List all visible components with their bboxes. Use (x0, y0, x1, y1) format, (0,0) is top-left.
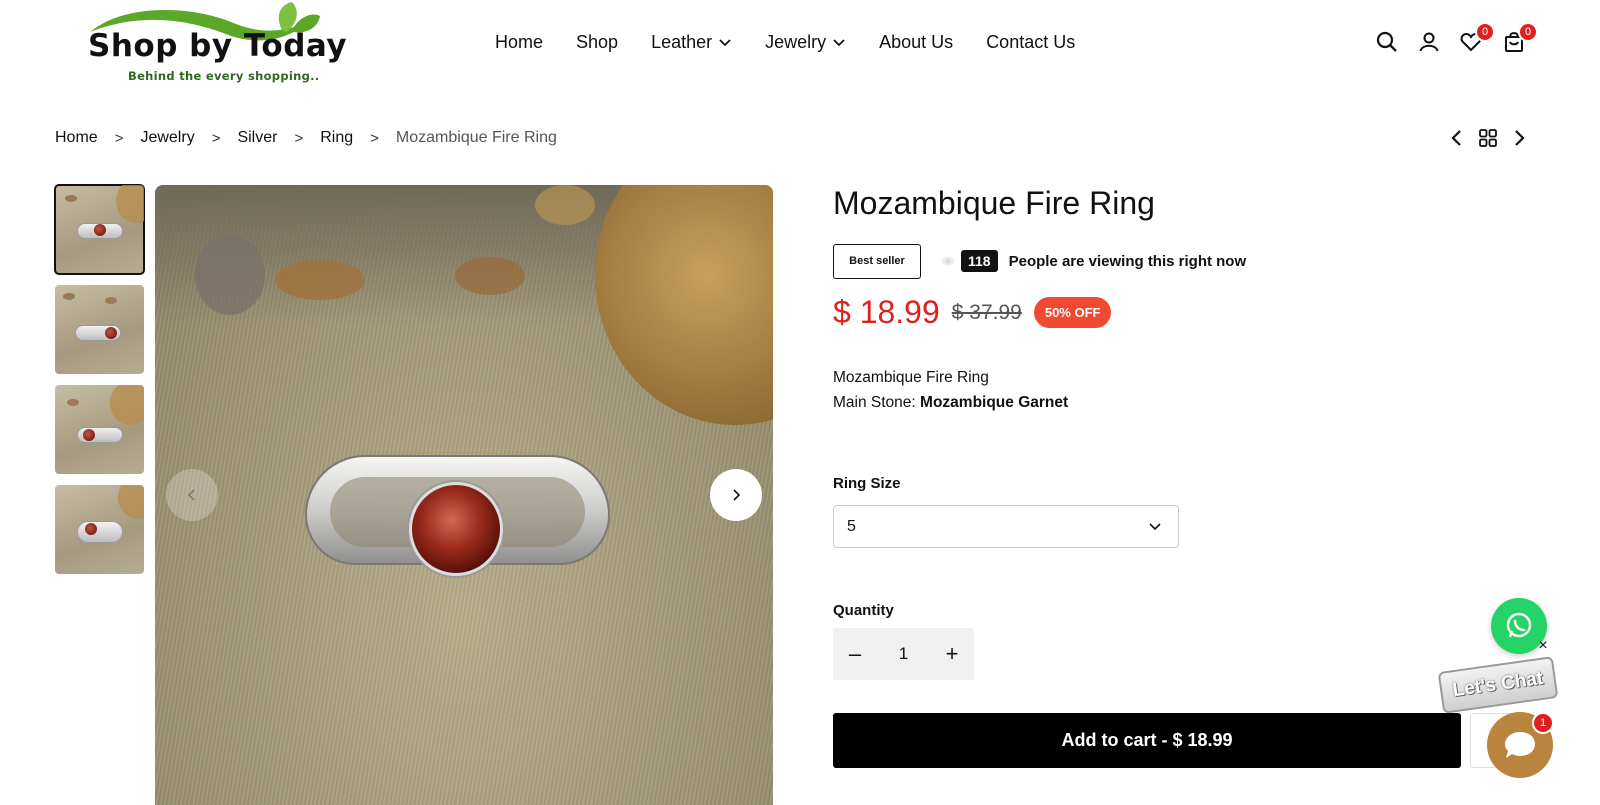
viewer-count-badge: 118 (961, 250, 998, 272)
breadcrumb-silver[interactable]: Silver (237, 129, 277, 147)
product-thumbnail[interactable] (55, 285, 144, 374)
breadcrumb-separator-icon: > (370, 129, 379, 147)
wishlist-heart-icon[interactable]: 0 (1457, 22, 1495, 56)
add-to-cart-button[interactable]: Add to cart - $ 18.99 (833, 713, 1461, 768)
product-thumbnail[interactable] (54, 184, 145, 275)
product-description: Mozambique Fire Ring Main Stone: Mozambi… (833, 365, 1068, 415)
cart-count-badge: 0 (1518, 22, 1538, 42)
lets-chat-banner[interactable]: Let's Chat (1437, 656, 1559, 714)
product-badges: Best seller 118 People are viewing this … (833, 243, 1246, 279)
main-stone-line: Main Stone: Mozambique Garnet (833, 390, 1068, 415)
chat-unread-badge: 1 (1532, 712, 1554, 734)
quantity-stepper: – 1 + (833, 628, 974, 680)
chat-bubble-icon (1505, 732, 1535, 758)
search-icon[interactable] (1373, 28, 1401, 56)
user-icon[interactable] (1415, 28, 1443, 56)
viewer-text: People are viewing this right now (1008, 252, 1247, 270)
product-thumbnail[interactable] (55, 385, 144, 474)
main-stone-label: Main Stone: (833, 394, 916, 411)
chevron-down-icon (719, 39, 731, 47)
slider-next-button[interactable] (710, 469, 762, 521)
price-row: $ 18.99 $ 37.99 50% OFF (833, 294, 1112, 331)
nav-jewelry-label: Jewelry (765, 31, 827, 52)
sale-price: $ 18.99 (833, 294, 940, 330)
chevron-down-icon (833, 39, 845, 47)
discount-badge: 50% OFF (1033, 297, 1112, 328)
ring-size-label: Ring Size (833, 475, 901, 492)
ring-size-value: 5 (847, 517, 856, 535)
logo-tagline: Behind the every shopping.. (128, 69, 320, 83)
main-nav: Home Shop Leather Jewelry About Us Conta… (495, 28, 1075, 56)
logo-text: Shop by Today (88, 28, 348, 64)
main-stone-value: Mozambique Garnet (920, 394, 1069, 411)
breadcrumb-current: Mozambique Fire Ring (395, 129, 557, 146)
nav-shop-label: Shop (576, 31, 619, 52)
compare-price: $ 37.99 (951, 300, 1022, 324)
thumbnail-list (54, 184, 145, 585)
nav-about-us[interactable]: About Us (879, 28, 953, 56)
product-pager (1445, 126, 1535, 150)
breadcrumb-ring[interactable]: Ring (320, 129, 353, 147)
slider-prev-button[interactable] (166, 469, 218, 521)
breadcrumb-separator-icon: > (294, 129, 304, 147)
whatsapp-icon (1506, 612, 1532, 638)
wishlist-count-badge: 0 (1475, 22, 1495, 42)
breadcrumb-separator-icon: > (211, 129, 221, 147)
increase-quantity-button[interactable]: + (930, 628, 974, 680)
cart-bag-icon[interactable]: 0 (1500, 22, 1538, 56)
decrease-quantity-button[interactable]: – (833, 628, 877, 680)
product-title: Mozambique Fire Ring (833, 185, 1155, 221)
nav-shop[interactable]: Shop (576, 28, 618, 56)
next-product-icon[interactable] (1507, 126, 1531, 150)
breadcrumb-jewelry[interactable]: Jewelry (140, 129, 194, 147)
nav-contact-us[interactable]: Contact Us (986, 28, 1075, 56)
description-line: Mozambique Fire Ring (833, 369, 989, 386)
product-thumbnail[interactable] (55, 485, 144, 574)
nav-leather-label: Leather (651, 31, 713, 52)
quantity-input[interactable]: 1 (877, 644, 930, 664)
quantity-label: Quantity (833, 602, 894, 619)
close-icon[interactable]: × (1535, 638, 1551, 654)
header-actions: 0 0 (1373, 22, 1543, 58)
breadcrumb-separator-icon: > (114, 129, 124, 147)
site-logo[interactable]: Shop by Today Behind the every shopping.… (86, 2, 347, 88)
garnet-stone (409, 482, 503, 576)
nav-contact-label: Contact Us (986, 31, 1076, 52)
ring-size-select[interactable]: 5 (833, 505, 1179, 548)
chevron-down-icon (1149, 523, 1161, 531)
nav-jewelry[interactable]: Jewelry (765, 28, 846, 56)
nav-leather[interactable]: Leather (651, 28, 732, 56)
nav-home-label: Home (495, 31, 544, 52)
breadcrumb: Home > Jewelry > Silver > Ring > Mozambi… (55, 129, 557, 147)
best-seller-badge: Best seller (833, 243, 921, 279)
nav-about-label: About Us (879, 31, 954, 52)
product-main-image[interactable] (155, 185, 773, 805)
grid-icon[interactable] (1476, 126, 1500, 150)
nav-home[interactable]: Home (495, 28, 543, 56)
prev-product-icon[interactable] (1445, 126, 1469, 150)
eye-icon (941, 256, 955, 266)
breadcrumb-home[interactable]: Home (55, 129, 98, 147)
site-header: Shop by Today Behind the every shopping.… (0, 0, 1600, 90)
